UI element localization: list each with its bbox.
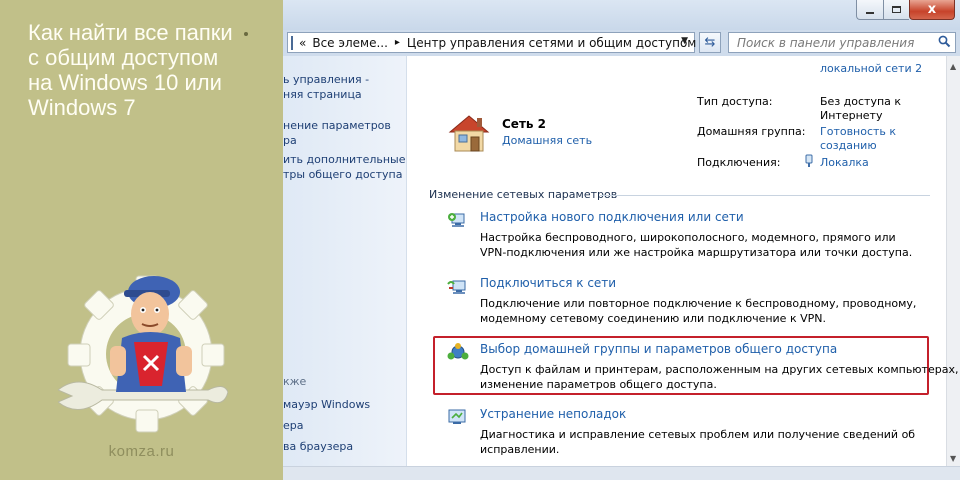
new-connection-icon bbox=[448, 213, 465, 227]
task-title-link[interactable]: Выбор домашней группы и параметров общег… bbox=[480, 342, 837, 357]
article-headline: Как найти все папки с общим доступом на … bbox=[28, 20, 268, 120]
site-watermark: komza.ru bbox=[108, 443, 175, 460]
breadcrumb-separator-icon[interactable]: ▸ bbox=[395, 37, 400, 48]
control-panel-icon bbox=[291, 35, 293, 50]
screenshot-root: Как найти все папки с общим доступом на … bbox=[0, 0, 960, 480]
task-description: Подключение или повторное подключение к … bbox=[480, 297, 917, 310]
task-description: Доступ к файлам и принтерам, расположенн… bbox=[480, 363, 960, 376]
task-description: модемному сетевому соединению или подклю… bbox=[480, 312, 826, 325]
ethernet-icon bbox=[805, 154, 813, 167]
sidebar-item-control-panel-home[interactable]: няя страница bbox=[283, 87, 362, 103]
search-icon[interactable] bbox=[938, 35, 951, 48]
breadcrumb-chevron-icon[interactable]: « bbox=[299, 36, 306, 50]
maximize-button[interactable] bbox=[883, 0, 909, 20]
task-title-link[interactable]: Настройка нового подключения или сети bbox=[480, 210, 744, 225]
see-also-heading: кже bbox=[283, 375, 307, 388]
network-type-link[interactable]: Домашняя сеть bbox=[502, 133, 592, 148]
sidebar-item-adapter-settings[interactable]: ра bbox=[283, 133, 297, 149]
task-description: Диагностика и исправление сетевых пробле… bbox=[480, 428, 916, 441]
headline-line: на Windows 10 или bbox=[28, 70, 222, 95]
headline-line: Windows 7 bbox=[28, 95, 136, 120]
connections-label: Подключения: bbox=[697, 156, 781, 169]
status-strip bbox=[283, 466, 960, 480]
article-banner: Как найти все папки с общим доступом на … bbox=[0, 0, 283, 480]
sidebar-item-partial[interactable]: ера bbox=[283, 418, 304, 434]
decor-dot bbox=[244, 32, 248, 36]
task-description: Настройка беспроводного, широкополосного… bbox=[480, 231, 896, 244]
sidebar-item-control-panel-home[interactable]: ь управления - bbox=[283, 72, 369, 88]
section-divider bbox=[600, 195, 930, 196]
minimize-button[interactable] bbox=[856, 0, 883, 20]
access-type-value: Интернету bbox=[820, 109, 883, 122]
section-heading: Изменение сетевых параметров bbox=[429, 188, 618, 201]
refresh-button[interactable]: ⇆ bbox=[699, 32, 721, 53]
scroll-down-icon[interactable]: ▼ bbox=[950, 454, 956, 463]
scroll-up-icon[interactable]: ▲ bbox=[950, 62, 956, 71]
task-description: изменение параметров общего доступа. bbox=[480, 378, 717, 391]
close-button[interactable]: x bbox=[909, 0, 955, 20]
access-type-label: Тип доступа: bbox=[697, 95, 773, 108]
vertical-scrollbar[interactable]: ▲ ▼ bbox=[946, 56, 960, 466]
sidebar-item-advanced-sharing[interactable]: тры общего доступа bbox=[283, 167, 402, 183]
sidebar-item-advanced-sharing[interactable]: ить дополнительные bbox=[283, 152, 406, 168]
task-title-link[interactable]: Устранение неполадок bbox=[480, 407, 626, 422]
headline-line: Как найти все папки bbox=[28, 20, 233, 45]
task-title-link[interactable]: Подключиться к сети bbox=[480, 276, 616, 291]
address-dropdown-icon[interactable]: ▼ bbox=[681, 36, 688, 46]
navigation-pane: ь управления - няя страница нение параме… bbox=[283, 56, 407, 480]
address-bar[interactable]: « Все элеме... ▸ Центр управления сетями… bbox=[287, 32, 696, 53]
maximize-icon bbox=[892, 6, 901, 13]
homegroup-status-link[interactable]: Готовность к bbox=[820, 124, 896, 139]
connect-network-icon bbox=[447, 280, 466, 294]
network-name: Сеть 2 bbox=[502, 117, 547, 131]
address-bar-row: « Все элеме... ▸ Центр управления сетями… bbox=[283, 30, 960, 56]
search-box[interactable]: Поиск в панели управления bbox=[728, 32, 956, 53]
access-type-value: Без доступа к bbox=[820, 95, 902, 108]
task-description: VPN-подключения или же настройка маршрут… bbox=[480, 246, 913, 259]
connection-link-lokalka[interactable]: Локалка bbox=[820, 155, 869, 170]
breadcrumb-item[interactable]: Центр управления сетями и общим доступом bbox=[407, 36, 696, 50]
title-bar: x bbox=[283, 0, 960, 30]
troubleshoot-icon bbox=[448, 409, 466, 424]
home-network-icon bbox=[448, 115, 490, 152]
network-connection-link-partial[interactable]: локальной сети 2 bbox=[820, 61, 922, 76]
mascot-gear-illustration bbox=[58, 275, 228, 433]
sidebar-item-browser-properties[interactable]: ва браузера bbox=[283, 439, 353, 455]
task-description: исправлении. bbox=[480, 443, 560, 456]
minimize-icon bbox=[866, 11, 874, 14]
homegroup-sharing-icon bbox=[447, 343, 469, 360]
homegroup-label: Домашняя группа: bbox=[697, 125, 806, 138]
sidebar-item-windows-firewall[interactable]: мауэр Windows bbox=[283, 397, 370, 413]
search-input[interactable]: Поиск в панели управления bbox=[737, 36, 914, 50]
headline-line: с общим доступом bbox=[28, 45, 219, 70]
sidebar-item-adapter-settings[interactable]: нение параметров bbox=[283, 118, 391, 134]
refresh-icon: ⇆ bbox=[704, 35, 716, 50]
homegroup-status-link[interactable]: созданию bbox=[820, 138, 877, 153]
breadcrumb-item[interactable]: Все элеме... bbox=[312, 36, 388, 50]
